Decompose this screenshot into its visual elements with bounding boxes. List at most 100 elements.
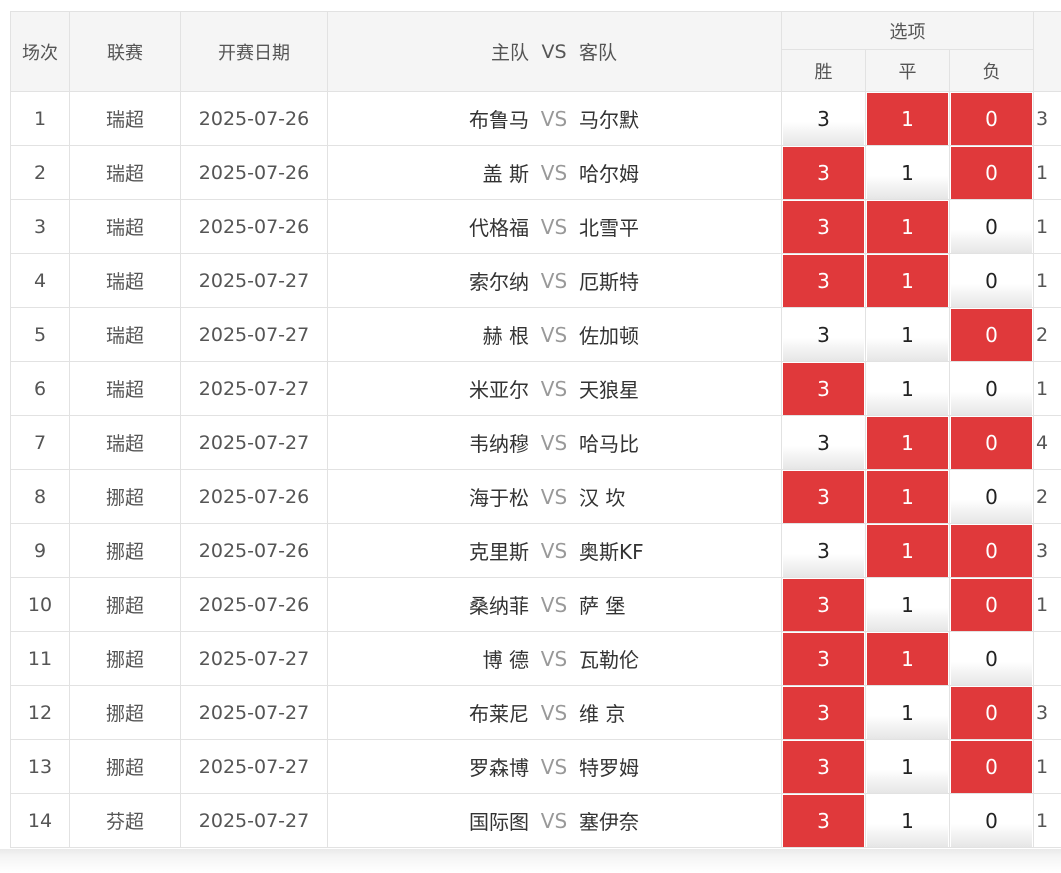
option-cell-lose: 0 bbox=[948, 199, 1035, 254]
match-date: 2025-07-27 bbox=[180, 307, 328, 362]
teams-cell: 盖 斯 VS 哈尔姆 bbox=[327, 145, 782, 200]
option-win-button[interactable]: 3 bbox=[783, 308, 864, 361]
away-team: 厄斯特 bbox=[579, 270, 639, 294]
match-date: 2025-07-27 bbox=[180, 253, 328, 308]
option-cell-win: 3 bbox=[781, 361, 866, 416]
option-win-button[interactable]: 3 bbox=[783, 416, 864, 469]
match-no: 6 bbox=[10, 361, 70, 416]
option-cell-win: 3 bbox=[781, 145, 866, 200]
option-win-button[interactable]: 3 bbox=[783, 740, 864, 793]
option-lose-button[interactable]: 0 bbox=[951, 524, 1033, 577]
home-team: 博 德 bbox=[482, 648, 529, 672]
option-cell-lose: 0 bbox=[948, 253, 1035, 308]
option-win-button[interactable]: 3 bbox=[783, 632, 864, 685]
header-draw: 平 bbox=[865, 49, 950, 92]
option-win-button[interactable]: 3 bbox=[783, 92, 864, 145]
home-team: 国际图 bbox=[469, 810, 529, 834]
option-lose-button[interactable]: 0 bbox=[951, 794, 1033, 847]
home-team: 布鲁马 bbox=[469, 108, 529, 132]
league: 挪超 bbox=[69, 523, 181, 578]
extra-value: 1 bbox=[1033, 199, 1061, 254]
header-home: 主队 bbox=[490, 42, 529, 64]
option-win-button[interactable]: 3 bbox=[783, 524, 864, 577]
option-cell-win: 3 bbox=[781, 253, 866, 308]
option-lose-button[interactable]: 0 bbox=[951, 632, 1033, 685]
away-team: 瓦勒伦 bbox=[579, 648, 639, 672]
option-draw-button[interactable]: 1 bbox=[867, 686, 948, 739]
teams-cell: 博 德 VS 瓦勒伦 bbox=[327, 631, 782, 686]
option-win-button[interactable]: 3 bbox=[783, 254, 864, 307]
option-draw-button[interactable]: 1 bbox=[867, 470, 948, 523]
option-draw-button[interactable]: 1 bbox=[867, 308, 948, 361]
option-cell-lose: 0 bbox=[948, 361, 1035, 416]
option-lose-button[interactable]: 0 bbox=[951, 92, 1033, 145]
extra-value bbox=[1033, 631, 1061, 686]
match-date: 2025-07-27 bbox=[180, 361, 328, 416]
option-win-button[interactable]: 3 bbox=[783, 470, 864, 523]
option-lose-button[interactable]: 0 bbox=[951, 146, 1033, 199]
option-cell-draw: 1 bbox=[865, 739, 950, 794]
option-win-button[interactable]: 3 bbox=[783, 578, 864, 631]
option-win-button[interactable]: 3 bbox=[783, 686, 864, 739]
table-row: 7 瑞超 2025-07-27 韦纳穆 VS 哈马比 3 1 0 4 bbox=[10, 415, 1061, 470]
match-date: 2025-07-27 bbox=[180, 793, 328, 848]
header-match-no: 场次 bbox=[10, 11, 70, 92]
option-cell-draw: 1 bbox=[865, 523, 950, 578]
away-team: 北雪平 bbox=[579, 216, 639, 240]
option-cell-win: 3 bbox=[781, 577, 866, 632]
extra-value: 1 bbox=[1033, 739, 1061, 794]
option-cell-draw: 1 bbox=[865, 361, 950, 416]
option-draw-button[interactable]: 1 bbox=[867, 416, 948, 469]
extra-value: 1 bbox=[1033, 793, 1061, 848]
option-draw-button[interactable]: 1 bbox=[867, 92, 948, 145]
option-draw-button[interactable]: 1 bbox=[867, 794, 948, 847]
away-team: 维 京 bbox=[579, 702, 626, 726]
option-lose-button[interactable]: 0 bbox=[951, 362, 1033, 415]
option-cell-lose: 0 bbox=[948, 145, 1035, 200]
table-row: 12 挪超 2025-07-27 布莱尼 VS 维 京3103 bbox=[10, 685, 1061, 740]
option-lose-button[interactable]: 0 bbox=[951, 200, 1033, 253]
option-draw-button[interactable]: 1 bbox=[867, 524, 948, 577]
vs-label: VS bbox=[540, 322, 568, 347]
option-draw-button[interactable]: 1 bbox=[867, 254, 948, 307]
option-win-button[interactable]: 3 bbox=[783, 362, 864, 415]
table-row: 14 芬超 2025-07-27 国际图 VS 塞伊奈 3 1 0 1 bbox=[10, 793, 1061, 848]
option-lose-button[interactable]: 0 bbox=[951, 470, 1033, 523]
league: 瑞超 bbox=[69, 253, 181, 308]
option-lose-button[interactable]: 0 bbox=[951, 308, 1033, 361]
away-team: 天狼星 bbox=[579, 378, 639, 402]
match-date: 2025-07-27 bbox=[180, 739, 328, 794]
option-draw-button[interactable]: 1 bbox=[867, 740, 948, 793]
option-draw-button[interactable]: 1 bbox=[867, 146, 948, 199]
option-lose-button[interactable]: 0 bbox=[951, 416, 1033, 469]
league: 挪超 bbox=[69, 631, 181, 686]
option-cell-win: 3 bbox=[781, 739, 866, 794]
option-draw-button[interactable]: 1 bbox=[867, 578, 948, 631]
option-win-button[interactable]: 3 bbox=[783, 200, 864, 253]
option-draw-button[interactable]: 1 bbox=[867, 362, 948, 415]
vs-label: VS bbox=[540, 160, 568, 185]
option-win-button[interactable]: 3 bbox=[783, 794, 864, 847]
header-extra bbox=[1033, 11, 1061, 92]
header-away: 客队 bbox=[579, 42, 618, 64]
away-team: 塞伊奈 bbox=[579, 810, 639, 834]
home-team: 代格福 bbox=[469, 216, 529, 240]
option-lose-button[interactable]: 0 bbox=[951, 578, 1033, 631]
league: 芬超 bbox=[69, 793, 181, 848]
home-team: 克里斯 bbox=[469, 540, 529, 564]
match-no: 11 bbox=[10, 631, 70, 686]
header-win: 胜 bbox=[781, 49, 866, 92]
option-lose-button[interactable]: 0 bbox=[951, 740, 1033, 793]
option-draw-button[interactable]: 1 bbox=[867, 200, 948, 253]
option-cell-win: 3 bbox=[781, 631, 866, 686]
option-draw-button[interactable]: 1 bbox=[867, 632, 948, 685]
table-row: 13 挪超 2025-07-27 罗森博 VS 特罗姆 3 1 0 1 bbox=[10, 739, 1061, 794]
extra-value: 1 bbox=[1033, 577, 1061, 632]
option-cell-draw: 1 bbox=[865, 685, 950, 740]
option-lose-button[interactable]: 0 bbox=[951, 254, 1033, 307]
match-table: 场次 联赛 开赛日期 主队 VS 客队 选项 胜 平 负 1 瑞超 2025-0… bbox=[10, 11, 1061, 848]
option-lose-button[interactable]: 0 bbox=[951, 686, 1033, 739]
extra-value: 2 bbox=[1033, 469, 1061, 524]
option-win-button[interactable]: 3 bbox=[783, 146, 864, 199]
option-cell-lose: 0 bbox=[948, 685, 1035, 740]
